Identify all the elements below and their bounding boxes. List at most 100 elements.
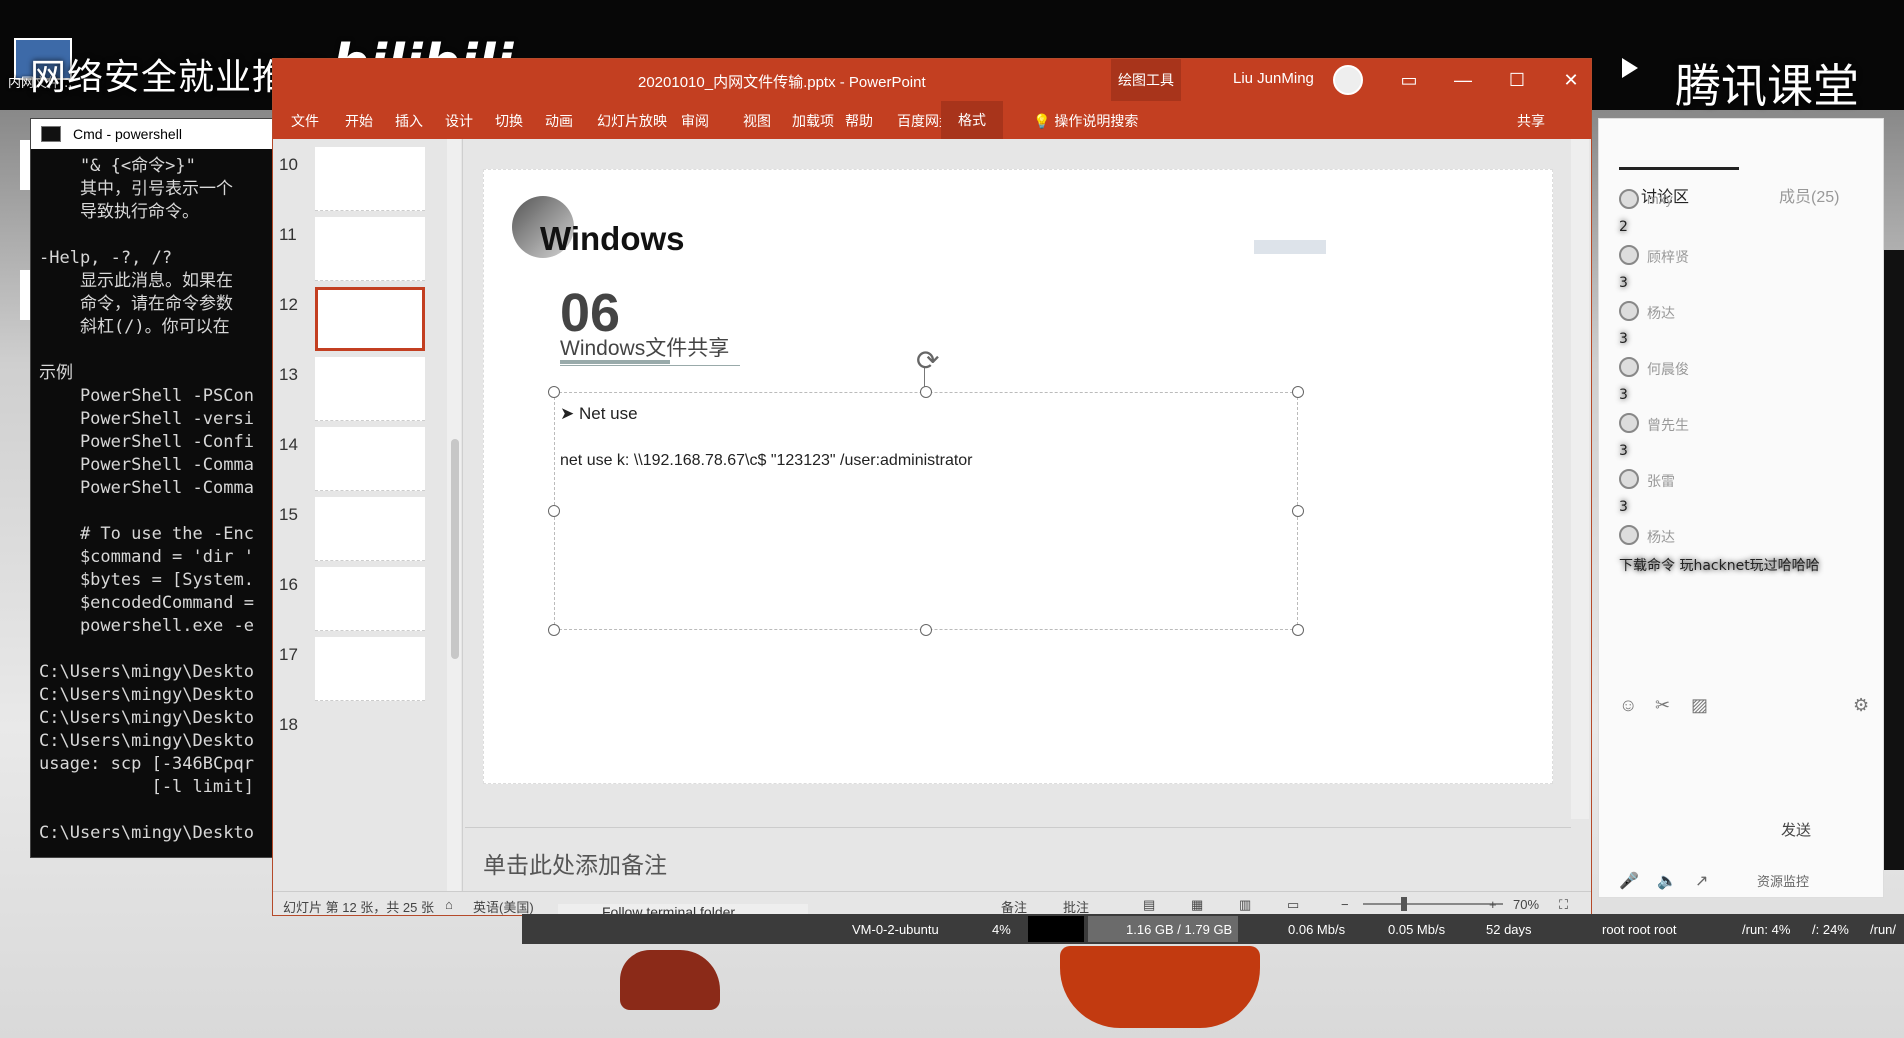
sender-name[interactable]: 杨达 (1647, 527, 1675, 547)
sender-name[interactable]: 曾先生 (1647, 415, 1689, 435)
minimize-icon[interactable]: — (1445, 65, 1481, 95)
avatar[interactable] (1619, 189, 1639, 209)
notes-placeholder[interactable]: 单击此处添加备注 (483, 846, 667, 880)
share-icon[interactable]: ↗ (1695, 871, 1708, 891)
avatar[interactable] (1619, 301, 1639, 321)
ribbon-tab-13[interactable]: 💡 操作说明搜索 (1033, 111, 1138, 131)
ribbon-tab-7[interactable]: 审阅 (681, 111, 709, 131)
editor-scrollbar[interactable] (1571, 139, 1589, 819)
sender-name[interactable]: 杨达 (1647, 303, 1675, 323)
notes-pane[interactable]: 单击此处添加备注 (465, 827, 1571, 891)
message-text: 下载命令 玩hacknet玩过哈哈哈 (1619, 558, 1820, 574)
cmd-line (39, 500, 281, 523)
thumbnail[interactable] (315, 567, 425, 631)
cmd-output[interactable]: "& {<命令>}" 其中，引号表示一个 导致执行命令。 -Help, -?, … (31, 149, 289, 849)
ribbon-tab-0[interactable]: 文件 (291, 111, 319, 131)
image-icon[interactable]: ▨ (1691, 695, 1708, 716)
thumbnail[interactable] (315, 357, 425, 421)
resize-handle[interactable] (920, 386, 932, 398)
slide-editor[interactable]: Windows 06 Windows文件共享 ⟳ ➤ Net use net u… (465, 139, 1571, 819)
ribbon-tab-8[interactable]: 视图 (743, 111, 771, 131)
thumbnail[interactable] (315, 427, 425, 491)
ribbon-tab-9[interactable]: 加载项 (792, 111, 834, 131)
zoom-out-icon[interactable]: − (1341, 897, 1349, 912)
fit-slide-icon[interactable]: ⛶ (1559, 897, 1568, 913)
ribbon-tab-2[interactable]: 插入 (395, 111, 423, 131)
sender-name[interactable]: 何晨俊 (1647, 359, 1689, 379)
slide-sorter-icon[interactable]: ▦ (1191, 897, 1203, 913)
resize-handle[interactable] (548, 505, 560, 517)
upload-rate: 0.06 Mb/s (1288, 922, 1346, 937)
cmd-line (39, 224, 281, 247)
section-subtitle[interactable]: Windows文件共享 (560, 332, 729, 362)
user-name[interactable]: Liu JunMing (1233, 70, 1314, 87)
bullet-item[interactable]: ➤ Net use (560, 404, 638, 424)
slideshow-icon[interactable]: ▭ (1287, 897, 1299, 913)
discussion-panel[interactable]: 讨论区 成员(25) mxy 2 顾梓贤 3 杨达 3 何晨俊 3 曾先生 3 张雷 3 杨达 下载命令 … (1598, 118, 1884, 898)
maximize-icon[interactable]: ☐ (1499, 65, 1535, 95)
document-title: 20201010_内网文件传输.pptx - PowerPoint (638, 74, 926, 91)
ppt-titlebar[interactable]: 20201010_内网文件传输.pptx - PowerPoint 绘图工具 L… (273, 59, 1591, 101)
thumbnail-scroll-thumb[interactable] (451, 439, 459, 659)
ribbon-tab-3[interactable]: 设计 (445, 111, 473, 131)
cmd-window[interactable]: Cmd - powershell "& {<命令>}" 其中，引号表示一个 导致… (30, 118, 290, 858)
avatar[interactable] (1619, 525, 1639, 545)
resize-handle[interactable] (548, 386, 560, 398)
send-button[interactable]: 发送 (1781, 819, 1811, 840)
scissors-icon[interactable]: ✂ (1655, 695, 1670, 716)
resize-handle[interactable] (548, 624, 560, 636)
cpu-usage: 4% (992, 922, 1011, 937)
thumbnail[interactable] (315, 497, 425, 561)
share-button[interactable]: 共享 (1517, 111, 1545, 131)
ribbon-tab-10[interactable]: 帮助 (845, 111, 873, 131)
slide-title[interactable]: Windows (540, 220, 685, 258)
command-text[interactable]: net use k: \\192.168.78.67\c$ "123123" /… (560, 452, 973, 470)
zoom-level[interactable]: 70% (1513, 897, 1539, 912)
reading-view-icon[interactable]: ▥ (1239, 897, 1251, 913)
sender-name[interactable]: mxy (1647, 191, 1673, 207)
ribbon-tab-4[interactable]: 切换 (495, 111, 523, 131)
ribbon-tab-5[interactable]: 动画 (545, 111, 573, 131)
zoom-in-icon[interactable]: + (1489, 897, 1497, 912)
resize-handle[interactable] (1292, 624, 1304, 636)
resize-handle[interactable] (1292, 386, 1304, 398)
cmd-line: 命令，请在命令参数 (39, 294, 233, 314)
thumbnail[interactable] (315, 217, 425, 281)
avatar[interactable] (1619, 357, 1639, 377)
zoom-slider[interactable] (1363, 903, 1503, 905)
ribbon-display-icon[interactable]: ▭ (1391, 65, 1427, 95)
ribbon-tab-12[interactable]: 格式 (941, 101, 1003, 139)
thumbnail-selected[interactable] (315, 287, 425, 351)
settings-icon[interactable]: ⚙ (1853, 695, 1869, 716)
avatar[interactable] (1619, 245, 1639, 265)
microphone-icon[interactable]: 🎤 (1619, 871, 1639, 891)
sender-name[interactable]: 张雷 (1647, 471, 1675, 491)
ribbon-tab-1[interactable]: 开始 (345, 111, 373, 131)
avatar[interactable] (1333, 65, 1363, 95)
avatar[interactable] (1619, 469, 1639, 489)
speaker-icon[interactable]: 🔈 (1657, 871, 1677, 891)
emoji-icon[interactable]: ☺ (1619, 695, 1637, 716)
selected-textbox[interactable] (554, 392, 1298, 630)
resize-handle[interactable] (1292, 505, 1304, 517)
close-icon[interactable]: ✕ (1553, 65, 1589, 95)
ribbon-tab-6[interactable]: 幻灯片放映 (597, 111, 667, 131)
slide-canvas[interactable]: Windows 06 Windows文件共享 ⟳ ➤ Net use net u… (483, 169, 1553, 784)
thumbnail[interactable] (315, 147, 425, 211)
resize-handle[interactable] (920, 624, 932, 636)
powerpoint-window[interactable]: 20201010_内网文件传输.pptx - PowerPoint 绘图工具 L… (272, 58, 1592, 916)
slide-thumbnail-pane[interactable]: 10 11 12 13 14 15 16 17 18 (273, 139, 463, 891)
thumbnail[interactable] (315, 637, 425, 701)
right-edge-terminal (1884, 250, 1904, 870)
cmd-titlebar[interactable]: Cmd - powershell (31, 119, 289, 149)
avatar[interactable] (1619, 413, 1639, 433)
sender-name[interactable]: 顾梓贤 (1647, 247, 1689, 267)
spellcheck-icon[interactable]: ⌂ (445, 897, 453, 912)
tab-members[interactable]: 成员(25) (1779, 183, 1839, 207)
normal-view-icon[interactable]: ▤ (1143, 897, 1155, 913)
resource-monitor[interactable]: 资源监控 (1757, 871, 1809, 890)
zoom-slider-knob[interactable] (1401, 897, 1407, 911)
rotate-handle-icon[interactable]: ⟳ (916, 344, 939, 377)
cmd-line: # To use the -Enc (39, 524, 254, 544)
cmd-line: C:\Users\mingy\Deskto (39, 823, 254, 843)
